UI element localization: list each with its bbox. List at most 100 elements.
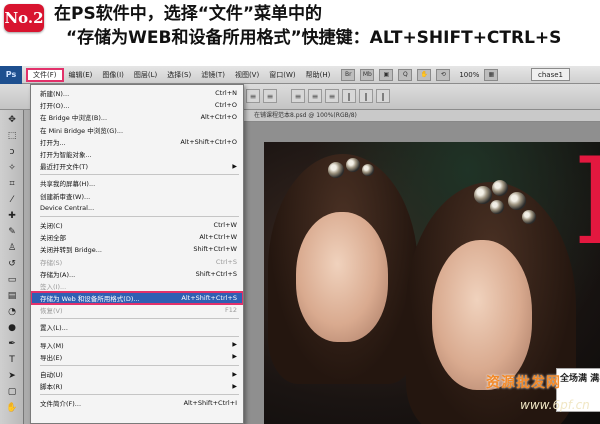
menu-window[interactable]: 窗口(W) (264, 68, 300, 82)
menu-filter[interactable]: 滤镜(T) (196, 68, 230, 82)
menu-item[interactable]: 导入(M) ▶ (31, 339, 243, 351)
eraser-tool-icon[interactable]: ▭ (4, 274, 20, 286)
shape-tool-icon[interactable]: ▢ (4, 386, 20, 398)
blur-tool-icon[interactable]: ◔ (4, 306, 20, 318)
instruction-line-1: 在PS软件中，选择“文件”菜单中的 (54, 4, 323, 24)
hand-tool-icon[interactable]: ✋ (417, 68, 432, 81)
menu-item[interactable]: 关闭并转到 Bridge... Shift+Ctrl+W (31, 243, 243, 255)
distribute-bottom-icon[interactable]: ≡ (325, 89, 339, 103)
menu-item-label: 导出(E) (40, 353, 63, 362)
menu-view[interactable]: 视图(V) (230, 68, 264, 82)
pearl-icon (492, 180, 508, 196)
bridge-icon[interactable]: Br (341, 68, 356, 81)
menu-item[interactable]: 最近打开文件(T) ▶ (31, 160, 243, 172)
menu-item-save-for-web[interactable]: 存储为 Web 和设备所用格式(D)... Alt+Shift+Ctrl+S (31, 290, 243, 306)
menu-item-shortcut: Ctrl+O (214, 101, 237, 110)
menu-item-shortcut: Shift+Ctrl+S (195, 269, 237, 278)
distribute-middle-icon[interactable]: ≡ (308, 89, 322, 103)
menu-separator (40, 318, 239, 320)
magazine-logo-letter: I (574, 142, 600, 282)
menu-item-label: 关闭(C) (40, 221, 63, 230)
eyedropper-icon[interactable]: ⁄ (4, 194, 20, 206)
menu-separator (40, 394, 239, 396)
clone-stamp-icon[interactable]: ♙ (4, 242, 20, 254)
menu-item-label: 置入(L)... (40, 324, 68, 333)
menu-item[interactable]: 自动(U) ▶ (31, 368, 243, 380)
document-tab[interactable]: 在铺课程范本8.psd @ 100%(RGB/8) (244, 110, 600, 122)
zoom-tool-icon[interactable]: Q (398, 68, 413, 81)
dodge-tool-icon[interactable]: ● (4, 322, 20, 334)
menu-item-label: 新建(N)... (40, 90, 70, 99)
menu-item[interactable]: 在 Mini Bridge 中浏览(G)... (31, 124, 243, 136)
type-tool-icon[interactable]: T (4, 354, 20, 366)
menu-item-label: 打开为... (40, 138, 66, 147)
healing-brush-icon[interactable]: ✚ (4, 210, 20, 222)
marquee-tool-icon[interactable]: ⬚ (4, 130, 20, 142)
menu-item[interactable]: 共享我的屏幕(H)... (31, 177, 243, 189)
menu-file[interactable]: 文件(F) (26, 67, 64, 82)
file-menu-dropdown: 新建(N)... Ctrl+N 打开(O)... Ctrl+O 在 Bridge 中浏览… (30, 84, 244, 424)
menu-item: 签入(I)... (31, 280, 243, 292)
menu-image[interactable]: 图像(I) (97, 68, 129, 82)
arrange-documents-icon[interactable]: ▦ (484, 68, 499, 81)
photoshop-logo-icon: Ps (0, 66, 22, 84)
align-middle-icon[interactable]: ≡ (263, 89, 277, 103)
gradient-tool-icon[interactable]: ▤ (4, 290, 20, 302)
menu-item[interactable]: 脚本(R) ▶ (31, 380, 243, 392)
distribute-right-icon[interactable]: ‖ (376, 89, 390, 103)
menu-item[interactable]: 关闭全部 Alt+Ctrl+W (31, 231, 243, 243)
menu-edit[interactable]: 编辑(E) (64, 68, 98, 82)
submenu-arrow-icon: ▶ (232, 353, 237, 361)
menu-item-shortcut: Ctrl+S (215, 257, 237, 266)
menu-item[interactable]: 导出(E) ▶ (31, 351, 243, 363)
menu-separator (40, 174, 239, 176)
menu-item[interactable]: 打开为智能对象... (31, 148, 243, 160)
view-extras-icon[interactable]: ▣ (379, 68, 394, 81)
menu-item[interactable]: Device Central... (31, 202, 243, 214)
menu-item-shortcut: Ctrl+W (213, 220, 237, 229)
menu-item-label: 存储为 Web 和设备所用格式(D)... (40, 295, 140, 304)
menu-item-label: 存储(S) (40, 258, 63, 267)
menu-item[interactable]: 打开(O)... Ctrl+O (31, 99, 243, 111)
menu-item[interactable]: 文件简介(F)... Alt+Shift+Ctrl+I (31, 397, 243, 409)
watermark-url: www.6pf.cn (520, 398, 590, 412)
pearl-icon (328, 162, 344, 178)
pearl-icon (522, 210, 536, 224)
mini-bridge-icon[interactable]: Mb (360, 68, 375, 81)
align-top-icon[interactable]: ≡ (246, 89, 260, 103)
menu-separator (40, 335, 239, 337)
menu-item[interactable]: 打开为... Alt+Shift+Ctrl+O (31, 136, 243, 148)
crop-tool-icon[interactable]: ⌗ (4, 178, 20, 190)
menu-help[interactable]: 帮助(H) (301, 68, 336, 82)
lasso-tool-icon[interactable]: ↄ (4, 146, 20, 158)
zoom-level[interactable]: 100% (459, 71, 479, 79)
menu-item[interactable]: 置入(L)... (31, 321, 243, 333)
menu-select[interactable]: 选择(S) (162, 68, 196, 82)
brush-tool-icon[interactable]: ✎ (4, 226, 20, 238)
menu-item[interactable]: 新建(N)... Ctrl+N (31, 87, 243, 99)
distribute-center-icon[interactable]: ‖ (359, 89, 373, 103)
menu-item-shortcut: F12 (224, 306, 237, 315)
history-brush-icon[interactable]: ↺ (4, 258, 20, 270)
hand-tool-icon-box[interactable]: ✋ (4, 402, 20, 414)
menu-layer[interactable]: 图层(L) (129, 68, 162, 82)
path-selection-icon[interactable]: ➤ (4, 370, 20, 382)
workspace-switcher[interactable]: chase1 (531, 68, 570, 81)
pearl-icon (474, 186, 492, 204)
menu-item[interactable]: 关闭(C) Ctrl+W (31, 219, 243, 231)
menu-item-label: 共享我的屏幕(H)... (40, 180, 96, 189)
magic-wand-icon[interactable]: ✧ (4, 162, 20, 174)
menu-item-label: 签入(I)... (40, 282, 67, 291)
menu-item[interactable]: 在 Bridge 中浏览(B)... Alt+Ctrl+O (31, 111, 243, 123)
menu-item[interactable]: 创建新审查(W)... (31, 190, 243, 202)
distribute-top-icon[interactable]: ≡ (291, 89, 305, 103)
menu-item[interactable]: 存储为(A)... Shift+Ctrl+S (31, 268, 243, 280)
menu-item-shortcut: Alt+Shift+Ctrl+I (183, 399, 237, 408)
rotate-view-icon[interactable]: ⟲ (436, 68, 451, 81)
menu-item: 恢复(V) F12 (31, 304, 243, 316)
instruction-line-2: “存储为WEB和设备所用格式”快捷键：ALT+SHIFT+CTRL+S (66, 28, 562, 48)
distribute-left-icon[interactable]: ‖ (342, 89, 356, 103)
menu-item-label: 创建新审查(W)... (40, 192, 91, 201)
pen-tool-icon[interactable]: ✒ (4, 338, 20, 350)
move-tool-icon[interactable]: ✥ (4, 114, 20, 126)
